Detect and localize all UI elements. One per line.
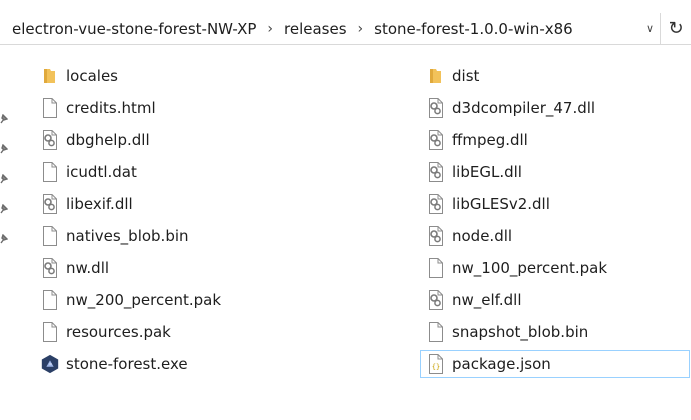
- file-item[interactable]: credits.html: [40, 94, 156, 122]
- json-file-icon: {}: [426, 353, 446, 375]
- file-item[interactable]: stone-forest.exe: [40, 350, 188, 378]
- file-name: libexif.dll: [66, 195, 133, 213]
- file-item[interactable]: dist: [426, 62, 479, 90]
- file-name: dbghelp.dll: [66, 131, 150, 149]
- folder-icon: [426, 65, 446, 87]
- file-name: icudtl.dat: [66, 163, 137, 181]
- document-icon: [40, 321, 60, 343]
- file-list: locales dist credits.html d3dcompiler_47…: [0, 0, 691, 420]
- file-name: libEGL.dll: [452, 163, 522, 181]
- file-name: locales: [66, 67, 118, 85]
- dll-gear-icon: [40, 129, 60, 151]
- document-icon: [40, 289, 60, 311]
- dll-gear-icon: [40, 193, 60, 215]
- file-name: libGLESv2.dll: [452, 195, 550, 213]
- file-name: node.dll: [452, 227, 513, 245]
- file-name: d3dcompiler_47.dll: [452, 99, 596, 117]
- file-item[interactable]: locales: [40, 62, 118, 90]
- file-item[interactable]: resources.pak: [40, 318, 171, 346]
- dll-gear-icon: [426, 225, 446, 247]
- document-icon: [40, 161, 60, 183]
- dll-gear-icon: [426, 289, 446, 311]
- file-name: nw.dll: [66, 259, 110, 277]
- file-name: resources.pak: [66, 323, 171, 341]
- file-item[interactable]: d3dcompiler_47.dll: [426, 94, 595, 122]
- svg-text:{}: {}: [432, 363, 440, 371]
- file-name: credits.html: [66, 99, 156, 117]
- file-name: natives_blob.bin: [66, 227, 189, 245]
- file-item[interactable]: dbghelp.dll: [40, 126, 150, 154]
- document-icon: [426, 321, 446, 343]
- file-name: stone-forest.exe: [66, 355, 188, 373]
- file-name: ffmpeg.dll: [452, 131, 528, 149]
- folder-icon: [40, 65, 60, 87]
- dll-gear-icon: [426, 129, 446, 151]
- file-item[interactable]: {} package.json: [420, 350, 690, 378]
- file-item[interactable]: snapshot_blob.bin: [426, 318, 588, 346]
- file-item[interactable]: nw_elf.dll: [426, 286, 522, 314]
- file-item[interactable]: icudtl.dat: [40, 158, 137, 186]
- file-item[interactable]: nw.dll: [40, 254, 109, 282]
- dll-gear-icon: [40, 257, 60, 279]
- file-name: nw_100_percent.pak: [452, 259, 608, 277]
- document-icon: [426, 257, 446, 279]
- file-item[interactable]: libEGL.dll: [426, 158, 522, 186]
- file-name: package.json: [452, 355, 551, 373]
- exe-app-icon: [40, 353, 60, 375]
- dll-gear-icon: [426, 97, 446, 119]
- file-name: nw_200_percent.pak: [66, 291, 222, 309]
- file-item[interactable]: nw_100_percent.pak: [426, 254, 607, 282]
- file-name: dist: [452, 67, 480, 85]
- dll-gear-icon: [426, 161, 446, 183]
- dll-gear-icon: [426, 193, 446, 215]
- file-item[interactable]: libGLESv2.dll: [426, 190, 550, 218]
- file-name: nw_elf.dll: [452, 291, 522, 309]
- file-name: snapshot_blob.bin: [452, 323, 589, 341]
- file-item[interactable]: natives_blob.bin: [40, 222, 189, 250]
- document-icon: [40, 225, 60, 247]
- file-item[interactable]: nw_200_percent.pak: [40, 286, 221, 314]
- file-item[interactable]: libexif.dll: [40, 190, 133, 218]
- file-item[interactable]: ffmpeg.dll: [426, 126, 528, 154]
- document-icon: [40, 97, 60, 119]
- file-item[interactable]: node.dll: [426, 222, 512, 250]
